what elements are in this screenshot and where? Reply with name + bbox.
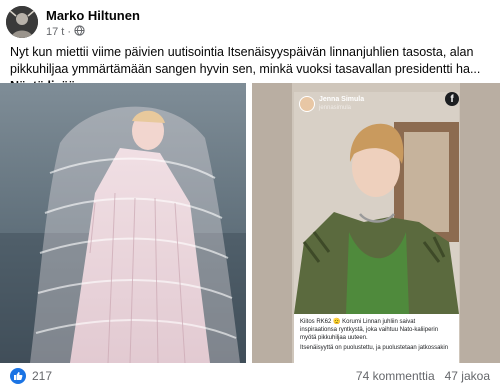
photo-gown[interactable] xyxy=(0,83,246,363)
story-screenshot: Jenna Simula jennasimula Kiitos RK62 🫡 K… xyxy=(294,92,459,363)
shares-count[interactable]: 47 jakoa xyxy=(445,369,490,383)
like-icon xyxy=(10,368,26,384)
story-avatar xyxy=(299,96,315,112)
comments-count[interactable]: 74 kommenttia xyxy=(356,369,435,383)
globe-icon xyxy=(74,25,85,39)
engagement-stats: 74 kommenttia 47 jakoa xyxy=(356,369,490,383)
story-caption: Kiitos RK62 🫡 Korumi Linnan juhliin saiv… xyxy=(294,314,459,363)
post-time[interactable]: 17 t xyxy=(46,26,64,38)
photo-screenshot[interactable]: Jenna Simula jennasimula Kiitos RK62 🫡 K… xyxy=(252,83,500,363)
reactions-count: 217 xyxy=(32,369,53,383)
author-avatar[interactable] xyxy=(6,6,38,38)
post-header: Marko Hiltunen 17 t · xyxy=(0,0,500,44)
story-name: Jenna Simula xyxy=(319,96,365,103)
story-handle: jennasimula xyxy=(319,105,352,111)
story-caption-line1: Kiitos RK62 🫡 Korumi Linnan juhliin saiv… xyxy=(300,319,439,341)
author-name[interactable]: Marko Hiltunen xyxy=(46,8,140,23)
facebook-icon: f xyxy=(445,92,459,106)
post-footer: 217 74 kommenttia 47 jakoa xyxy=(0,363,500,389)
reactions-summary[interactable]: 217 xyxy=(10,368,52,384)
story-header: Jenna Simula jennasimula xyxy=(294,92,459,118)
meta-separator: · xyxy=(67,26,72,38)
post-meta: 17 t · xyxy=(46,25,85,39)
story-caption-line2: Itsenäisyyttä on puolustettu, ja puolust… xyxy=(300,345,449,351)
post-body: Nyt kun miettii viime päivien uutisointi… xyxy=(10,45,481,76)
